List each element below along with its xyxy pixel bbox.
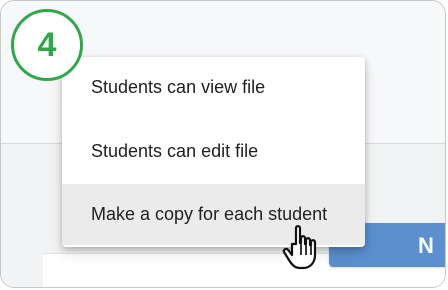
menu-item-edit-file[interactable]: Students can edit file	[62, 121, 365, 182]
file-permission-menu: Students can view file Students can edit…	[62, 57, 365, 247]
menu-item-view-file[interactable]: Students can view file	[62, 57, 365, 118]
screenshot-frame: N Students can view file Students can ed…	[0, 0, 446, 288]
menu-item-label: Students can view file	[91, 77, 266, 97]
step-number: 4	[37, 25, 57, 64]
assign-button-label: N	[418, 233, 434, 258]
step-number-badge: 4	[11, 9, 83, 81]
hand-pointer-icon	[282, 225, 317, 270]
menu-item-label: Make a copy for each student	[91, 204, 328, 224]
menu-item-label: Students can edit file	[91, 141, 259, 161]
